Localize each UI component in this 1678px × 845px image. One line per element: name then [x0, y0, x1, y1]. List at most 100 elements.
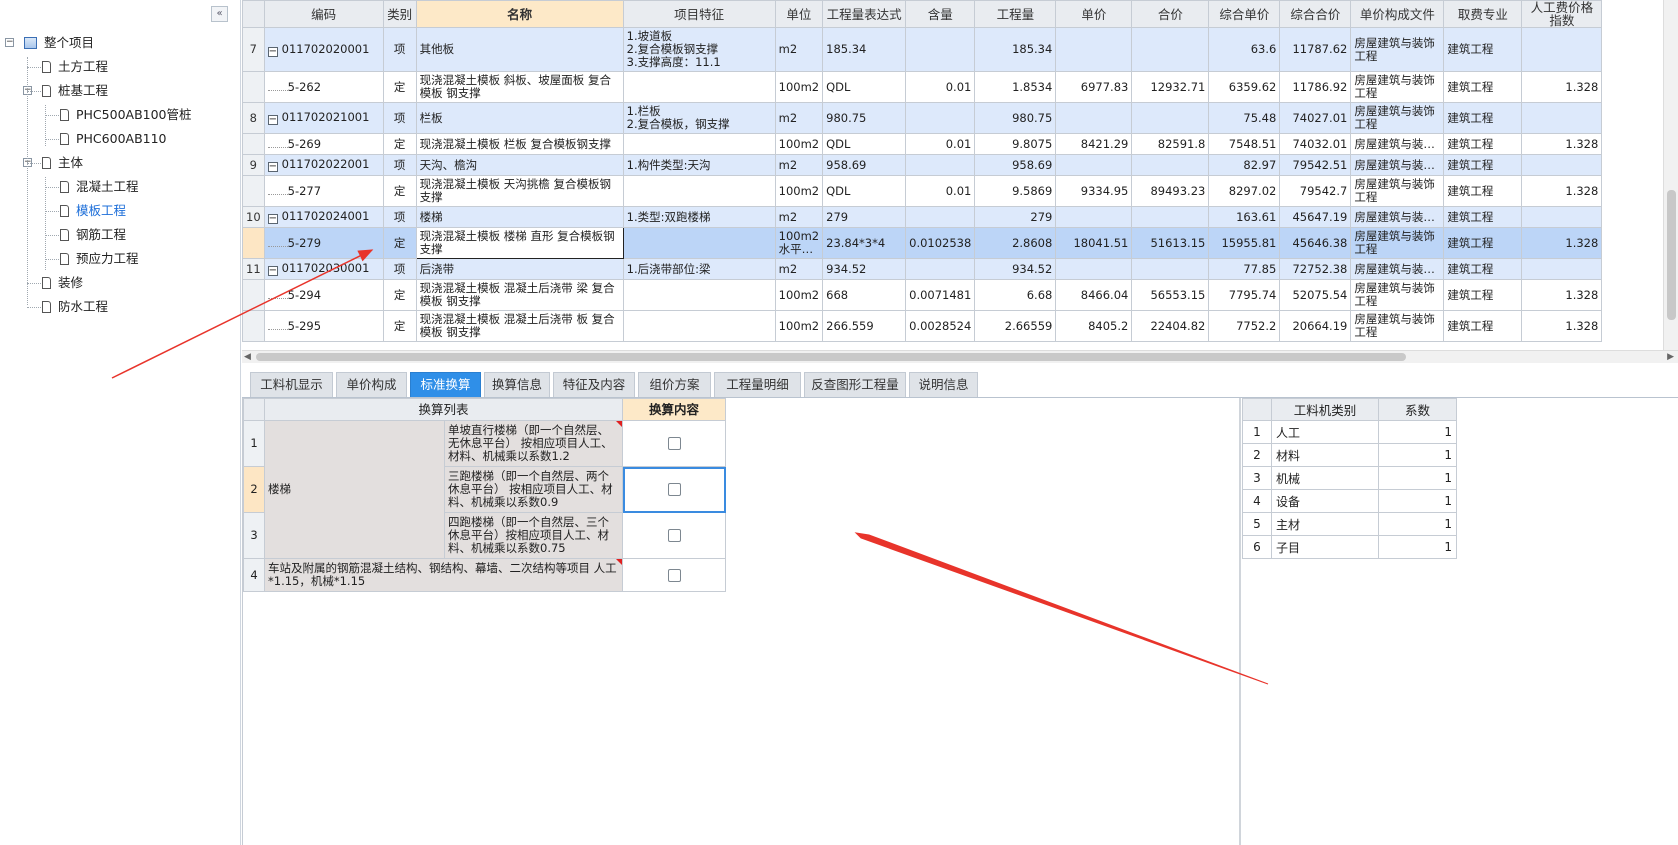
unit-price[interactable]	[1055, 206, 1133, 228]
labor-price-index[interactable]	[1521, 206, 1603, 228]
price-composition-file[interactable]: 房屋建筑与装饰工程	[1350, 102, 1445, 134]
table-row[interactable]: 3 机械 1	[1242, 466, 1457, 490]
labor-price-index[interactable]	[1521, 154, 1603, 176]
composite-total[interactable]: 79542.51	[1279, 154, 1352, 176]
content-header[interactable]: 含量	[905, 0, 976, 28]
row-number[interactable]: 8	[242, 102, 265, 134]
item-category[interactable]: 项	[382, 154, 417, 176]
price-composition-file[interactable]: 房屋建筑与装饰工程	[1350, 175, 1445, 207]
row-number[interactable]: 10	[242, 206, 265, 228]
quantity-expression[interactable]: QDL	[822, 175, 907, 207]
row-number[interactable]	[242, 71, 265, 103]
feature-header[interactable]: 项目特征	[622, 0, 776, 28]
quantity-value[interactable]: 980.75	[974, 102, 1057, 134]
item-name[interactable]: 现浇混凝土模板 斜板、坡屋面板 复合模板 钢支撑	[415, 71, 624, 103]
tab-standard-conversion[interactable]: 标准换算	[410, 372, 481, 397]
item-name[interactable]: 后浇带	[415, 258, 624, 280]
table-row[interactable]: 6 子目 1	[1242, 535, 1457, 559]
collapse-sidebar-button[interactable]: «	[211, 6, 228, 22]
tree-node[interactable]: PHC500AB100管桩	[60, 105, 192, 125]
quantity-value[interactable]: 6.68	[974, 279, 1057, 311]
content-value[interactable]: 0.0102538	[905, 227, 976, 259]
labor-price-index[interactable]: 1.328	[1521, 133, 1603, 155]
item-category[interactable]: 项	[382, 258, 417, 280]
fee-specialty[interactable]: 建筑工程	[1443, 310, 1523, 342]
item-unit[interactable]: 100m2	[774, 71, 824, 103]
quantity-value[interactable]: 9.8075	[974, 133, 1057, 155]
coefficient-value[interactable]: 1	[1378, 489, 1457, 513]
composite-unit-price[interactable]: 75.48	[1208, 102, 1281, 134]
tree-node[interactable]: 预应力工程	[60, 249, 139, 269]
labor-price-index[interactable]: 1.328	[1521, 175, 1603, 207]
item-feature[interactable]: 1.坡道板 2.复合模板钢支撑 3.支撑高度：11.1	[622, 27, 776, 72]
table-row[interactable]: 2 材料 1	[1242, 443, 1457, 467]
conversion-checkbox[interactable]	[667, 568, 681, 582]
labor-price-index[interactable]: 1.328	[1521, 279, 1603, 311]
total-price[interactable]: 51613.15	[1131, 227, 1210, 259]
price-composition-file[interactable]: 房屋建筑与装…	[1350, 133, 1445, 155]
coefficient-value[interactable]: 1	[1378, 512, 1457, 536]
unit-price[interactable]: 9334.95	[1055, 175, 1133, 207]
row-collapse-icon[interactable]: −	[267, 214, 278, 224]
composite-unit-price[interactable]: 7795.74	[1208, 279, 1281, 311]
item-code[interactable]: −011702022001	[263, 154, 384, 176]
labor-price-index[interactable]	[1521, 102, 1603, 134]
coefficient-value[interactable]: 1	[1378, 466, 1457, 490]
item-category[interactable]: 定	[382, 175, 417, 207]
scroll-right-icon[interactable]: ▶	[1667, 351, 1674, 363]
vertical-scroll-thumb[interactable]	[1667, 190, 1676, 320]
unit-price[interactable]	[1055, 258, 1133, 280]
item-unit[interactable]: m2	[774, 27, 824, 72]
item-unit[interactable]: 100m2	[774, 133, 824, 155]
quantity-value[interactable]: 279	[974, 206, 1057, 228]
item-code[interactable]: 5-294	[263, 279, 384, 311]
composite-total[interactable]: 11786.92	[1279, 71, 1352, 103]
composite-unit-price[interactable]: 163.61	[1208, 206, 1281, 228]
panel-divider[interactable]	[1239, 398, 1241, 845]
item-unit[interactable]: 100m2	[774, 175, 824, 207]
item-category[interactable]: 定	[382, 133, 417, 155]
total-price[interactable]: 89493.23	[1131, 175, 1210, 207]
quantity-expression[interactable]: 980.75	[822, 102, 907, 134]
quantity-expression[interactable]: 958.69	[822, 154, 907, 176]
content-value[interactable]	[905, 154, 976, 176]
composite-total[interactable]: 72752.38	[1279, 258, 1352, 280]
row-number[interactable]: 11	[242, 258, 265, 280]
unit-price[interactable]: 8421.29	[1055, 133, 1133, 155]
item-category[interactable]: 项	[382, 206, 417, 228]
price-composition-file[interactable]: 房屋建筑与装饰工程	[1350, 71, 1445, 103]
table-row[interactable]: 1 人工 1	[1242, 420, 1457, 444]
conversion-checkbox[interactable]	[667, 437, 681, 450]
quantity-expression[interactable]: 934.52	[822, 258, 907, 280]
labor-price-index[interactable]: 1.328	[1521, 310, 1603, 342]
price-composition-file[interactable]: 房屋建筑与装饰工程	[1350, 227, 1445, 259]
conversion-checkbox-cell[interactable]	[622, 512, 726, 559]
item-name[interactable]: 现浇混凝土模板 混凝土后浇带 梁 复合模板 钢支撑	[415, 279, 624, 311]
item-code[interactable]: −011702030001	[263, 258, 384, 280]
quantity-value[interactable]: 2.66559	[974, 310, 1057, 342]
price-composition-file[interactable]: 房屋建筑与装…	[1350, 154, 1445, 176]
table-row[interactable]: 10−011702024001 项楼梯 1.类型:双跑楼梯 m2 279 279 163.6…	[242, 206, 1603, 228]
tab-conversion-info[interactable]: 换算信息	[484, 372, 550, 397]
table-row[interactable]: 7−011702020001 项其他板 1.坡道板 2.复合模板钢支撑 3.支撑高度…	[242, 27, 1603, 72]
item-code[interactable]: 5-269	[263, 133, 384, 155]
table-row[interactable]: 5-262 定现浇混凝土模板 斜板、坡屋面板 复合模板 钢支撑 100m2 QDL 0.…	[242, 71, 1603, 103]
content-value[interactable]: 0.0071481	[905, 279, 976, 311]
fee-specialty[interactable]: 建筑工程	[1443, 102, 1523, 134]
total-price[interactable]: 22404.82	[1131, 310, 1210, 342]
item-feature[interactable]: 1.类型:双跑楼梯	[622, 206, 776, 228]
fee-specialty[interactable]: 建筑工程	[1443, 279, 1523, 311]
fee-specialty[interactable]: 建筑工程	[1443, 71, 1523, 103]
total-price[interactable]: 82591.8	[1131, 133, 1210, 155]
item-name[interactable]: 其他板	[415, 27, 624, 72]
item-name[interactable]: 栏板	[415, 102, 624, 134]
total-price[interactable]	[1131, 102, 1210, 134]
unit-price[interactable]: 8466.04	[1055, 279, 1133, 311]
item-name[interactable]: 楼梯	[415, 206, 624, 228]
row-collapse-icon[interactable]: −	[267, 115, 278, 125]
table-row[interactable]: 5-277 定现浇混凝土模板 天沟挑檐 复合模板钢支撑 100m2 QDL 0.01 9.…	[242, 175, 1603, 207]
total-price[interactable]	[1131, 27, 1210, 72]
tab-graphic-quantity[interactable]: 反查图形工程量	[804, 372, 906, 397]
total-price[interactable]	[1131, 154, 1210, 176]
item-name[interactable]: 天沟、檐沟	[415, 154, 624, 176]
